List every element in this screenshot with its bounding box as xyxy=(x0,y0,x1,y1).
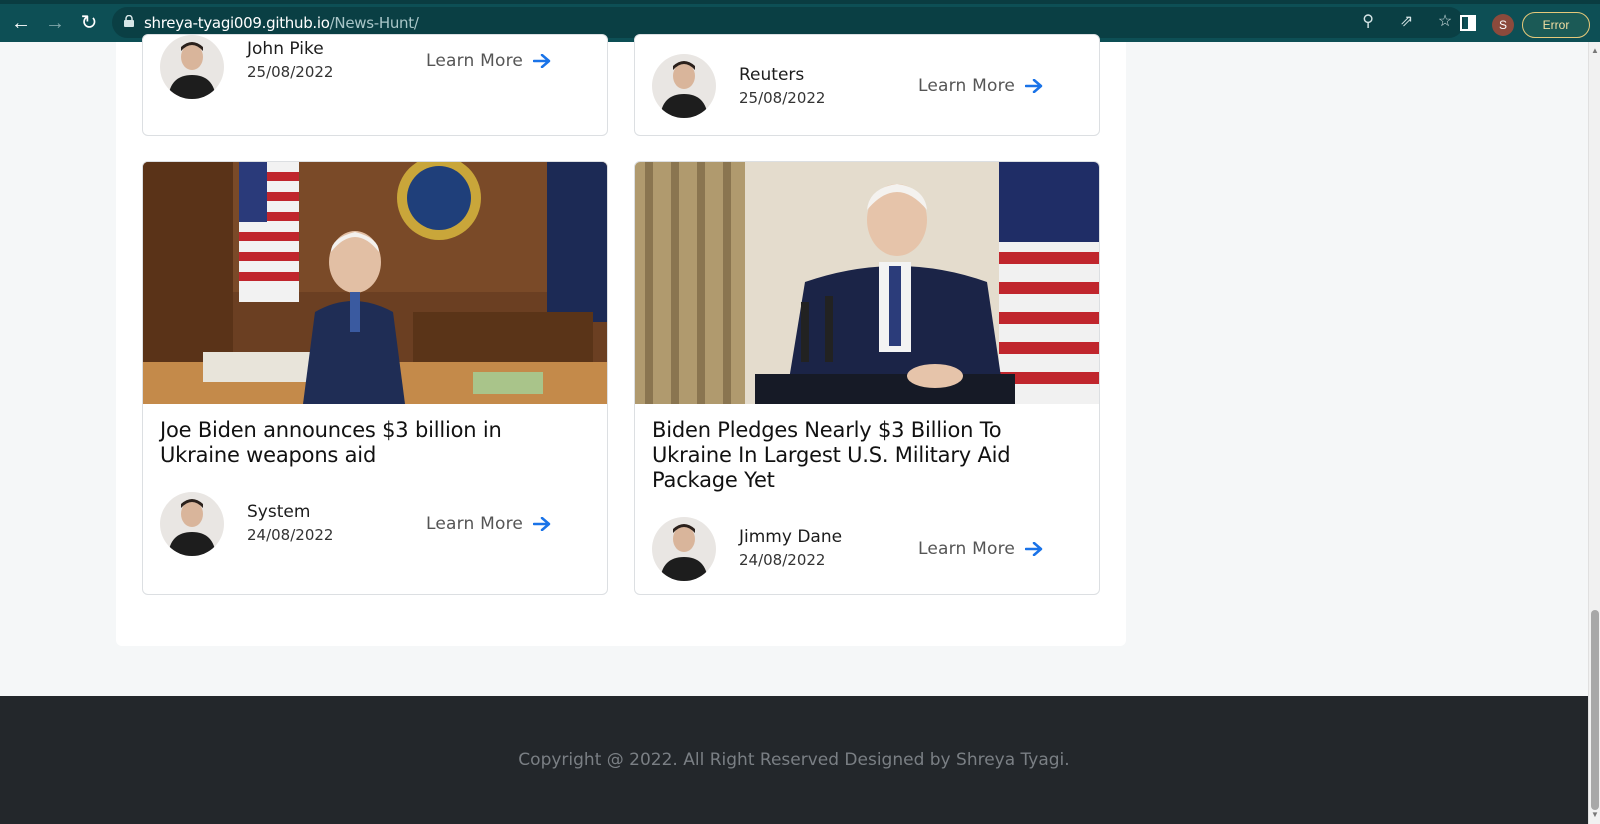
author-name: John Pike xyxy=(247,39,324,59)
arrow-right-icon xyxy=(533,517,551,531)
learn-more-label: Learn More xyxy=(918,76,1016,96)
publish-date: 25/08/2022 xyxy=(739,89,826,107)
publish-date: 24/08/2022 xyxy=(247,526,334,544)
author-name: Jimmy Dane xyxy=(739,527,843,547)
page-scrollbar[interactable]: ▲ ▼ xyxy=(1588,42,1600,824)
scroll-thumb[interactable] xyxy=(1591,610,1599,810)
news-card: Biden Pledges Nearly $3 Billion To Ukrai… xyxy=(634,161,1100,595)
news-title[interactable]: Joe Biden announces $3 billion in Ukrain… xyxy=(160,418,580,468)
share-icon[interactable]: ⇗ xyxy=(1396,11,1418,33)
profile-avatar[interactable]: S xyxy=(1492,14,1514,36)
publish-date: 25/08/2022 xyxy=(247,63,334,81)
arrow-right-icon xyxy=(533,54,551,68)
arrow-right-icon xyxy=(1025,79,1043,93)
url-host: shreya-tyagi009.github.io xyxy=(144,14,330,32)
author-avatar xyxy=(160,35,224,99)
learn-more-label: Learn More xyxy=(426,51,524,71)
reload-icon[interactable]: ↻ xyxy=(76,10,102,36)
learn-more-link[interactable]: Learn More xyxy=(426,51,551,71)
back-arrow-icon[interactable]: ← xyxy=(8,10,34,36)
url-text[interactable]: shreya-tyagi009.github.io/News-Hunt/ xyxy=(144,14,419,32)
news-title[interactable]: Biden Pledges Nearly $3 Billion To Ukrai… xyxy=(652,418,1072,493)
site-footer: Copyright @ 2022. All Right Reserved Des… xyxy=(0,696,1588,824)
error-button[interactable]: Error xyxy=(1522,12,1590,38)
author-name: Reuters xyxy=(739,65,805,85)
bookmark-star-icon[interactable]: ☆ xyxy=(1434,11,1456,33)
news-card: Joe Biden announces $3 billion in Ukrain… xyxy=(142,161,608,595)
learn-more-link[interactable]: Learn More xyxy=(918,539,1043,559)
scroll-down-icon[interactable]: ▼ xyxy=(1590,810,1600,820)
news-image xyxy=(143,162,607,404)
author-name: System xyxy=(247,502,311,522)
copyright-text: Copyright @ 2022. All Right Reserved Des… xyxy=(518,750,1070,770)
learn-more-link[interactable]: Learn More xyxy=(426,514,551,534)
side-panel-icon[interactable] xyxy=(1460,15,1476,31)
lock-icon xyxy=(124,15,134,27)
author-avatar xyxy=(160,492,224,556)
learn-more-label: Learn More xyxy=(918,539,1016,559)
forward-arrow-icon[interactable]: → xyxy=(42,10,68,36)
author-avatar xyxy=(652,54,716,118)
news-card: Reuters 25/08/2022 Learn More xyxy=(634,34,1100,136)
author-avatar xyxy=(652,517,716,581)
publish-date: 24/08/2022 xyxy=(739,551,826,569)
learn-more-label: Learn More xyxy=(426,514,524,534)
learn-more-link[interactable]: Learn More xyxy=(918,76,1043,96)
search-icon[interactable]: ⚲ xyxy=(1357,11,1379,33)
url-path: /News-Hunt/ xyxy=(329,14,419,32)
address-bar-actions: ⚲ ⇗ ☆ xyxy=(1345,11,1456,35)
arrow-right-icon xyxy=(1025,542,1043,556)
news-card: John Pike 25/08/2022 Learn More xyxy=(142,34,608,136)
news-image xyxy=(635,162,1099,404)
scroll-up-icon[interactable]: ▲ xyxy=(1590,46,1600,56)
